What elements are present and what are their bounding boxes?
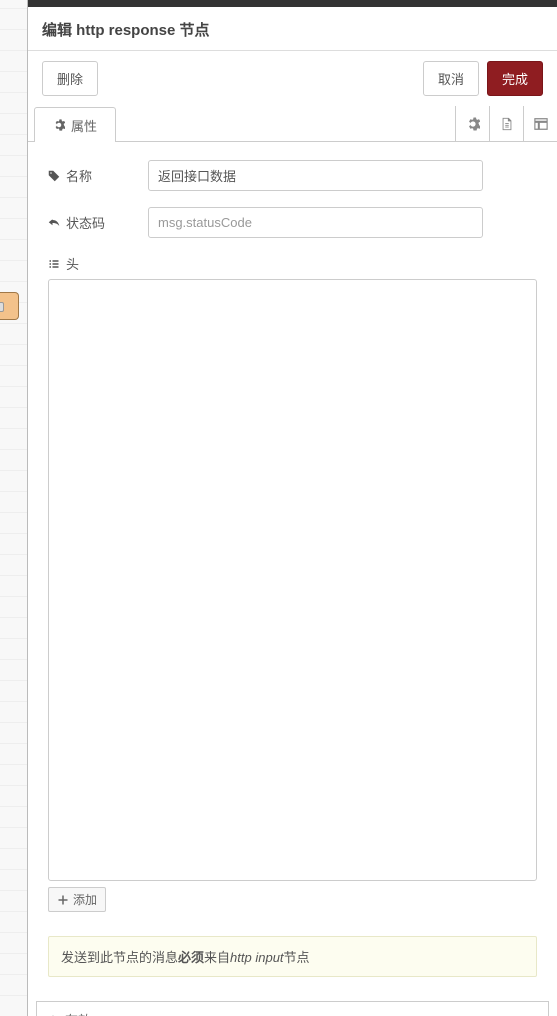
tab-properties[interactable]: 属性 [34, 107, 116, 142]
form-area: 名称 状态码 头 添加 [28, 142, 557, 922]
note-suffix: 节点 [284, 950, 310, 965]
reply-icon [48, 217, 60, 229]
tab-doc-icon-button[interactable] [489, 106, 523, 141]
name-label: 名称 [48, 166, 142, 185]
headers-list[interactable] [48, 279, 537, 881]
plus-icon [57, 894, 69, 906]
headers-label-text: 头 [66, 254, 79, 273]
tag-icon [48, 170, 60, 182]
status-label: 状态码 [48, 213, 142, 232]
cancel-button[interactable]: 取消 [423, 61, 479, 96]
headers-label: 头 [48, 254, 537, 273]
status-row: 状态码 [48, 207, 537, 238]
canvas-background[interactable] [0, 0, 30, 1016]
list-icon [48, 258, 60, 270]
top-bar [28, 0, 557, 7]
form-scroll-area: 名称 状态码 头 添加 发送到此节点的消息必须来自 [28, 142, 557, 1016]
panel-title: 编辑 http response 节点 [42, 19, 543, 40]
editor-panel: 编辑 http response 节点 删除 取消 完成 属性 名称 [27, 0, 557, 1016]
button-row: 删除 取消 完成 [28, 51, 557, 106]
layout-icon [534, 117, 548, 131]
note-strong: 必须 [178, 950, 204, 965]
note-mid: 来自 [204, 950, 230, 965]
enabled-toggle-row[interactable]: 有效 [36, 1001, 549, 1016]
node-port[interactable] [0, 302, 4, 312]
gear-icon [53, 119, 65, 131]
done-button[interactable]: 完成 [487, 61, 543, 96]
delete-button[interactable]: 删除 [42, 61, 98, 96]
tabs-spacer [116, 106, 455, 141]
add-button-label: 添加 [73, 891, 97, 908]
status-label-text: 状态码 [66, 213, 105, 232]
name-row: 名称 [48, 160, 537, 191]
tab-properties-label: 属性 [71, 116, 97, 135]
enabled-label: 有效 [65, 1010, 91, 1016]
info-note: 发送到此节点的消息必须来自http input节点 [48, 936, 537, 977]
tabs-row: 属性 [28, 106, 557, 142]
doc-icon [500, 117, 514, 131]
tab-settings-icon-button[interactable] [455, 106, 489, 141]
gear-icon [466, 117, 480, 131]
status-input[interactable] [148, 207, 483, 238]
note-prefix: 发送到此节点的消息 [61, 950, 178, 965]
name-input[interactable] [148, 160, 483, 191]
add-header-button[interactable]: 添加 [48, 887, 106, 912]
tab-layout-icon-button[interactable] [523, 106, 557, 141]
note-emph: http input [230, 950, 284, 965]
panel-header: 编辑 http response 节点 [28, 7, 557, 51]
name-label-text: 名称 [66, 166, 92, 185]
